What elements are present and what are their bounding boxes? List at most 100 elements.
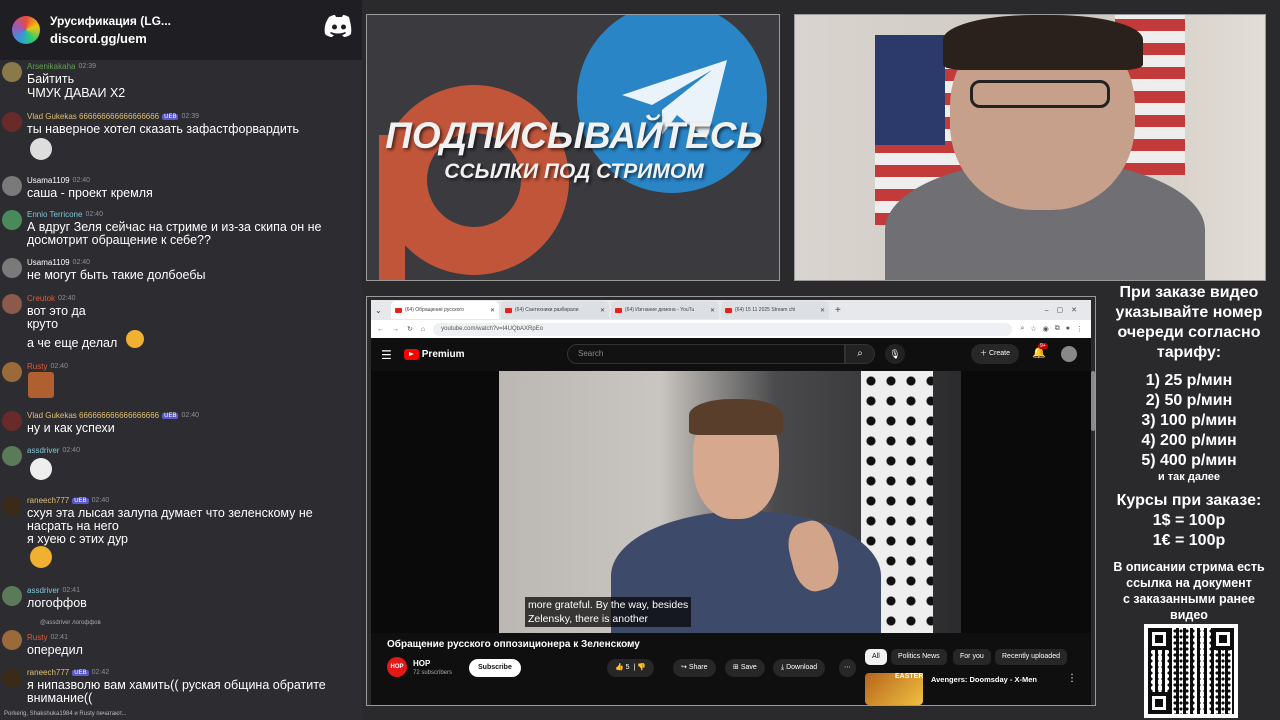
chat-username[interactable]: Arsenikakaha (27, 62, 75, 71)
video-meta: Обращение русского оппозиционера к Зелен… (371, 633, 1091, 705)
microphone-icon[interactable]: 🎙 (885, 344, 905, 364)
download-button[interactable]: ⤓ Download (773, 659, 826, 677)
chat-username[interactable]: Usama1109 (27, 258, 70, 267)
chat-timestamp: 02:40 (85, 211, 103, 218)
chat-username[interactable]: assdriver (27, 446, 59, 455)
chat-text: ну и как успехи (27, 421, 115, 435)
like-button[interactable]: 👍 5 | 👎 (607, 659, 654, 677)
video-captions: more grateful. By the way, besides Zelen… (525, 597, 692, 627)
browser-tab[interactable]: (64) Сантехники разбирали ✕ (501, 301, 609, 319)
extension-icon[interactable]: ◉ (1043, 325, 1049, 333)
info-line: При заказе видео (1119, 284, 1259, 301)
chat-text: саша - проект кремля (27, 186, 153, 200)
hamburger-menu-icon[interactable]: ☰ (381, 348, 392, 362)
video-player[interactable]: more grateful. By the way, besides Zelen… (371, 371, 1091, 633)
share-button[interactable]: ↪ Share (673, 659, 716, 677)
discord-banner: Урусификация (LG... discord.gg/uem (0, 0, 362, 60)
notifications-bell-icon[interactable]: 🔔 9+ (1032, 343, 1048, 359)
chat-username[interactable]: Ennio Terricone (27, 210, 82, 219)
create-button[interactable]: ＋ Create (971, 344, 1019, 364)
chip-recently-uploaded[interactable]: Recently uploaded (995, 649, 1067, 665)
chat-text: не могут быть такие долбоебы (27, 268, 206, 282)
url-input[interactable]: youtube.com/watch?v=I4UQbAXRpEo (433, 322, 1013, 336)
chat-text: внимание(( (27, 691, 93, 705)
close-icon[interactable]: ✕ (600, 307, 605, 314)
chat-username[interactable]: Rusty (27, 633, 47, 642)
menu-icon[interactable]: ⋮ (1076, 325, 1083, 333)
close-icon[interactable]: ✕ (710, 307, 715, 314)
chat-text: а че еще делал (27, 336, 118, 350)
tab-label: (64) Изгнание демона - YouTu (625, 307, 695, 313)
zoom-icon[interactable]: ⌕ (1020, 325, 1024, 333)
browser-tab[interactable]: (64) Изгнание демона - YouTu ✕ (611, 301, 719, 319)
chip-for-you[interactable]: For you (953, 649, 991, 665)
scrollbar[interactable] (1091, 371, 1095, 431)
discord-icon (324, 15, 352, 37)
webcam-feed (794, 14, 1266, 281)
qr-code (1144, 624, 1238, 718)
speaker-hair (689, 399, 783, 435)
chat-username[interactable]: Vlad Gukekas 666666666666666666 (27, 411, 159, 420)
chat-username[interactable]: assdriver (27, 586, 59, 595)
search-input[interactable]: Search (567, 344, 845, 364)
save-button[interactable]: ⊞ Save (725, 659, 765, 677)
reply-reference[interactable]: @assdriver логоффов (40, 620, 101, 626)
browser-window: ⌄ (64) Обращение русского ✕ (64) Сантехни… (366, 296, 1096, 706)
chat-username[interactable]: Usama1109 (27, 176, 70, 185)
subscribe-button[interactable]: Subscribe (469, 659, 521, 677)
tab-search-icon[interactable]: ⌄ (375, 306, 389, 315)
chat-text: досмотрит обращение к себе?? (27, 233, 211, 247)
chat-username[interactable]: Vlad Gukekas 666666666666666666 (27, 112, 159, 121)
chat-username[interactable]: raneech777 (27, 496, 69, 505)
search-icon[interactable]: ⌕ (845, 344, 875, 364)
forward-icon[interactable]: → (392, 326, 399, 333)
chip-all[interactable]: All (865, 649, 887, 665)
info-line: видео (1170, 608, 1208, 622)
close-icon[interactable]: ✕ (490, 307, 495, 314)
save-icon: ⊞ (733, 664, 739, 671)
thumbs-down-icon: 👎 (637, 664, 646, 671)
chat-username[interactable]: Creutok (27, 294, 55, 303)
chat-text: Байтить (27, 72, 75, 86)
youtube-logo[interactable]: Premium (403, 349, 465, 360)
logo-text: Premium (421, 349, 465, 360)
chat-text: круто (27, 317, 59, 331)
bookmark-icon[interactable]: ☆ (1030, 325, 1036, 333)
caption-line: Zelensky, there is another (528, 613, 649, 625)
recommendation-thumbnail[interactable]: EASTER (865, 673, 923, 705)
recommendation-title[interactable]: Avengers: Doomsday - X-Men (931, 675, 1037, 684)
server-invite-link[interactable]: discord.gg/uem (50, 30, 171, 47)
channel-name[interactable]: HOP (413, 659, 430, 668)
reload-icon[interactable]: ↻ (407, 325, 413, 333)
tariff-line: 2) 50 р/мин (1145, 392, 1233, 409)
chat-timestamp: 02:40 (181, 412, 199, 419)
window-controls[interactable]: –▢✕ (1045, 306, 1085, 314)
close-icon[interactable]: ✕ (820, 307, 825, 314)
avatar[interactable] (1061, 346, 1077, 362)
profile-icon[interactable]: ● (1066, 325, 1070, 333)
chat-username[interactable]: raneech777 (27, 668, 69, 677)
puzzle-icon[interactable]: ⧉ (1055, 325, 1060, 333)
status-badge: UEB (162, 412, 179, 419)
avatar (2, 176, 22, 196)
youtube-favicon-icon (395, 307, 402, 313)
chat-username[interactable]: Rusty (27, 362, 47, 371)
youtube-play-icon (403, 349, 419, 360)
status-badge: UEB (72, 497, 89, 504)
info-line: ссылка на документ (1126, 576, 1252, 590)
emote-icon (30, 458, 52, 480)
thumbs-up-icon: 👍 (615, 664, 624, 671)
home-icon[interactable]: ⌂ (421, 326, 425, 333)
more-actions-icon[interactable]: ⋯ (839, 659, 856, 677)
typing-indicator: Porkerig, Shakshuka1984 и Rusty печатают… (4, 711, 127, 717)
browser-tab[interactable]: (64) 15 11 2025 Stream chi ✕ (721, 301, 829, 319)
back-icon[interactable]: ← (377, 326, 384, 333)
video-title: Обращение русского оппозиционера к Зелен… (387, 639, 640, 650)
browser-tab[interactable]: (64) Обращение русского ✕ (391, 301, 499, 319)
channel-avatar[interactable]: HOP (387, 657, 407, 677)
more-options-icon[interactable]: ⋮ (1067, 673, 1077, 684)
new-tab-button[interactable]: + (835, 305, 841, 316)
chat-text: опередил (27, 643, 83, 657)
chip-politics-news[interactable]: Politics News (891, 649, 947, 665)
download-icon: ⤓ (781, 664, 785, 671)
